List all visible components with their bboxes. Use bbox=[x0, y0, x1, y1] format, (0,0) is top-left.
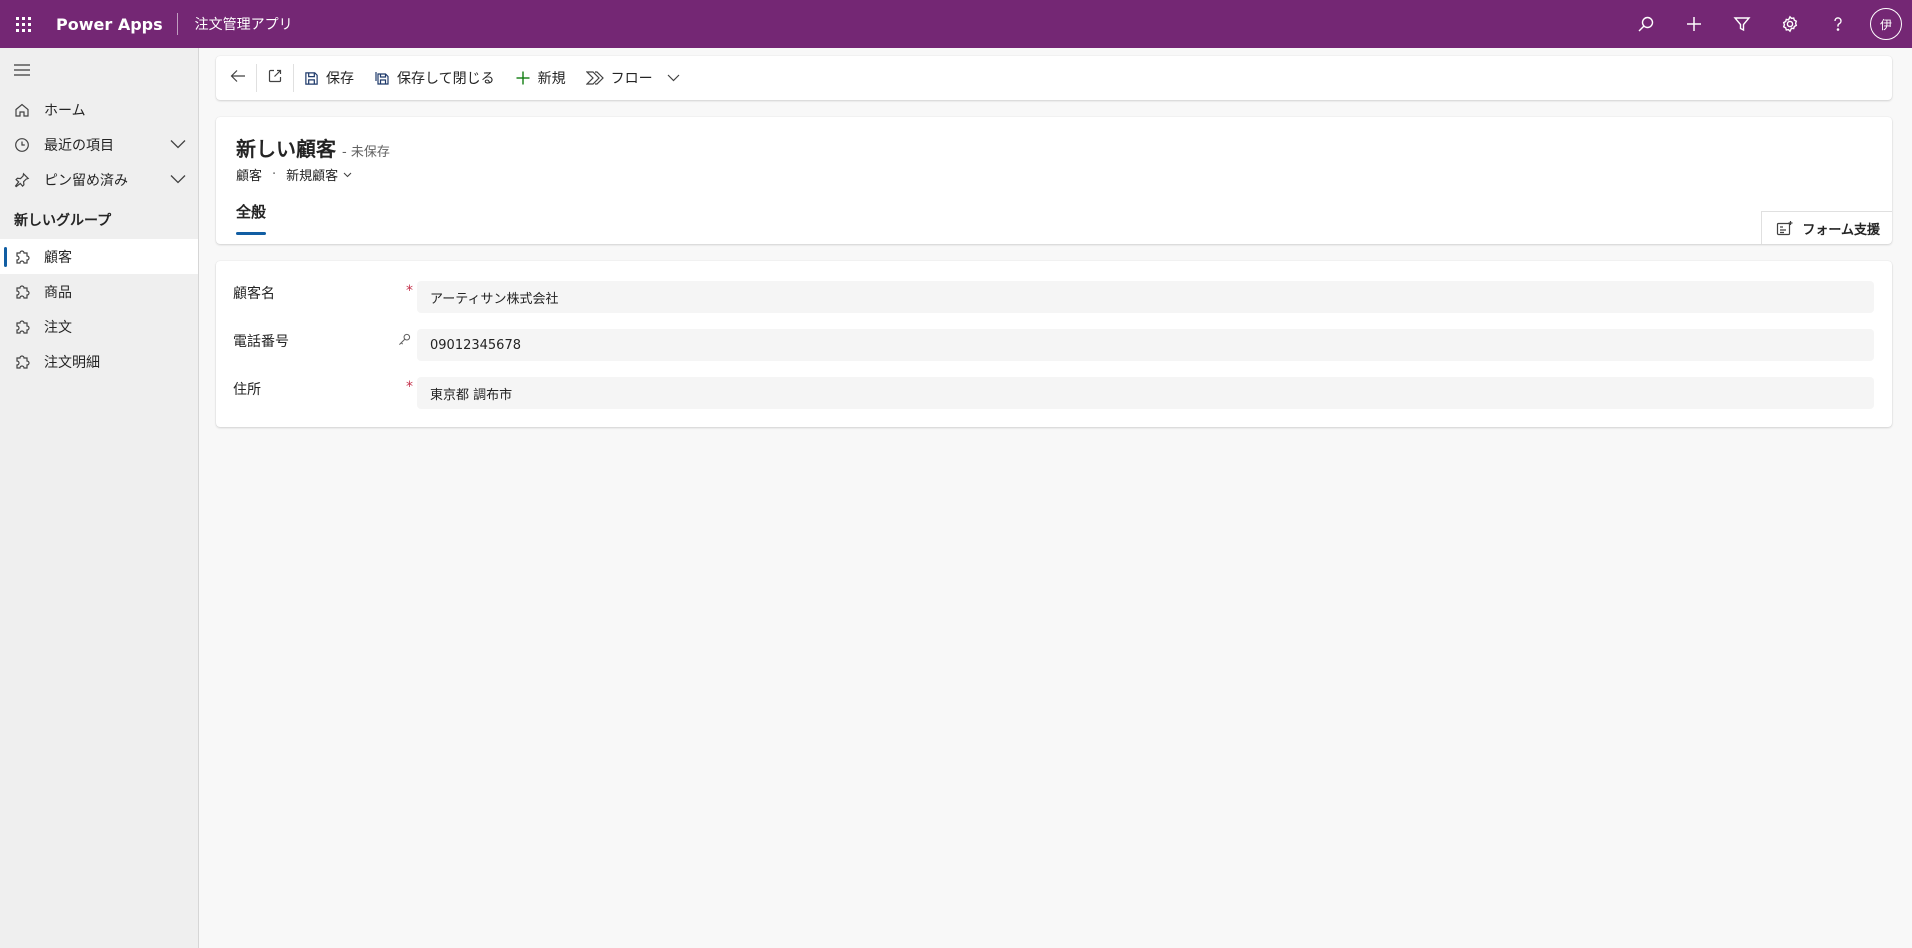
chevron-down-icon[interactable] bbox=[667, 74, 680, 82]
plus-icon bbox=[515, 70, 531, 86]
phone-input[interactable] bbox=[417, 329, 1874, 361]
flow-button[interactable]: フロー bbox=[576, 56, 690, 100]
entity-name: 顧客 bbox=[236, 169, 263, 184]
address-input[interactable] bbox=[417, 377, 1874, 409]
field-label: 電話番号 bbox=[233, 334, 289, 350]
sidebar-item-label: 注文 bbox=[44, 319, 72, 336]
puzzle-icon bbox=[14, 284, 30, 300]
back-arrow-icon bbox=[230, 69, 246, 87]
settings-icon[interactable] bbox=[1766, 0, 1814, 48]
key-icon bbox=[398, 333, 411, 346]
field-label: 顧客名 bbox=[233, 286, 275, 302]
sidebar-item-orders[interactable]: 注文 bbox=[0, 309, 198, 344]
save-status: - 未保存 bbox=[342, 145, 390, 160]
form-assist-label: フォーム支援 bbox=[1802, 222, 1880, 238]
page-title: 新しい顧客 bbox=[236, 137, 336, 161]
flow-icon bbox=[585, 71, 604, 85]
sidebar-item-pinned[interactable]: ピン留め済み bbox=[0, 162, 198, 197]
save-icon bbox=[304, 71, 319, 86]
form-section: 顧客名 * 電話番号 住所 * bbox=[216, 261, 1892, 427]
form-field-customer-name: 顧客名 * bbox=[216, 281, 1892, 313]
chevron-down-icon[interactable] bbox=[343, 172, 352, 178]
sidebar-group-title: 新しいグループ bbox=[14, 213, 112, 229]
save-and-close-icon bbox=[374, 70, 390, 86]
tab-general[interactable]: 全般 bbox=[236, 201, 267, 235]
save-and-close-button[interactable]: 保存して閉じる bbox=[364, 56, 505, 100]
sidebar: ホーム 最近の項目 ピン留め済み 新しいグループ 顧客 商品 注文 注文明細 bbox=[0, 48, 199, 948]
puzzle-icon bbox=[14, 354, 30, 370]
sidebar-item-label: 最近の項目 bbox=[44, 137, 114, 154]
save-label: 保存 bbox=[326, 71, 354, 87]
hamburger-menu-icon[interactable] bbox=[0, 48, 198, 92]
form-field-phone: 電話番号 bbox=[216, 329, 1892, 361]
sidebar-item-recent[interactable]: 最近の項目 bbox=[0, 127, 198, 162]
open-new-window-button[interactable] bbox=[257, 56, 293, 100]
home-icon bbox=[14, 102, 30, 118]
customer-name-input[interactable] bbox=[417, 281, 1874, 313]
form-field-address: 住所 * bbox=[216, 377, 1892, 409]
sidebar-item-label: ホーム bbox=[44, 102, 86, 119]
user-avatar[interactable]: 伊 bbox=[1870, 8, 1902, 40]
top-header: Power Apps 注文管理アプリ 伊 bbox=[0, 0, 1912, 48]
sidebar-item-label: 顧客 bbox=[44, 249, 72, 266]
sidebar-item-order-details[interactable]: 注文明細 bbox=[0, 344, 198, 379]
field-label: 住所 bbox=[233, 382, 261, 398]
filter-icon[interactable] bbox=[1718, 0, 1766, 48]
plus-icon[interactable] bbox=[1670, 0, 1718, 48]
save-and-close-label: 保存して閉じる bbox=[397, 71, 495, 87]
form-assist-icon bbox=[1776, 220, 1794, 236]
search-icon[interactable] bbox=[1622, 0, 1670, 48]
new-label: 新規 bbox=[537, 71, 566, 87]
sidebar-item-label: ピン留め済み bbox=[44, 172, 128, 189]
required-indicator: * bbox=[406, 283, 413, 299]
brand-name[interactable]: Power Apps bbox=[46, 15, 177, 34]
back-button[interactable] bbox=[220, 56, 256, 100]
form-selector[interactable]: 新規顧客 bbox=[286, 165, 338, 184]
puzzle-icon bbox=[14, 249, 30, 265]
app-name[interactable]: 注文管理アプリ bbox=[178, 14, 293, 34]
pin-icon bbox=[14, 172, 30, 188]
breadcrumb-separator: · bbox=[272, 167, 277, 182]
chevron-down-icon[interactable] bbox=[170, 172, 186, 188]
help-icon[interactable] bbox=[1814, 0, 1862, 48]
clock-icon bbox=[14, 137, 30, 153]
open-new-window-icon bbox=[267, 68, 283, 88]
sidebar-item-customers[interactable]: 顧客 bbox=[0, 239, 198, 274]
required-indicator: * bbox=[406, 379, 413, 395]
new-button[interactable]: 新規 bbox=[505, 56, 576, 100]
sidebar-item-home[interactable]: ホーム bbox=[0, 92, 198, 127]
app-launcher-icon[interactable] bbox=[0, 0, 46, 48]
sidebar-item-label: 注文明細 bbox=[44, 354, 100, 371]
flow-label: フロー bbox=[610, 71, 653, 87]
command-bar: 保存 保存して閉じる 新規 フロー bbox=[216, 56, 1892, 100]
sidebar-item-label: 商品 bbox=[44, 284, 72, 301]
form-assist-button[interactable]: フォーム支援 bbox=[1761, 211, 1892, 244]
breadcrumb: 顧客 · 新規顧客 bbox=[236, 165, 352, 184]
chevron-down-icon[interactable] bbox=[170, 137, 186, 153]
sidebar-item-products[interactable]: 商品 bbox=[0, 274, 198, 309]
save-button[interactable]: 保存 bbox=[294, 56, 364, 100]
puzzle-icon bbox=[14, 319, 30, 335]
record-header: 新しい顧客 - 未保存 顧客 · 新規顧客 全般 フォーム支援 bbox=[216, 117, 1892, 244]
